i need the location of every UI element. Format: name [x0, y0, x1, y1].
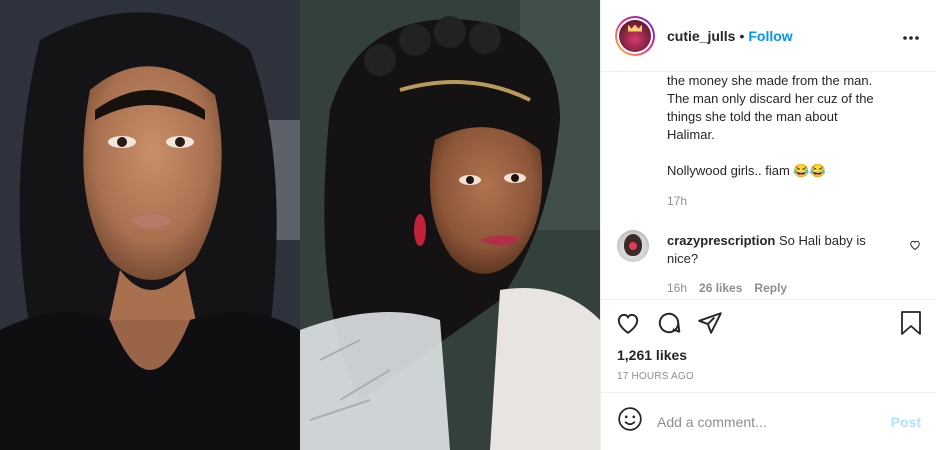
comment-body: crazyprescription So Hali baby is nice?	[667, 232, 887, 268]
post-media[interactable]	[0, 0, 600, 450]
instagram-post: cutie_julls • Follow the money she made …	[0, 0, 936, 450]
follow-button[interactable]: Follow	[748, 28, 792, 44]
post-comment-button[interactable]: Post	[891, 414, 921, 430]
share-paper-plane-icon[interactable]	[697, 310, 723, 341]
post-header: cutie_julls • Follow	[601, 0, 936, 72]
author-avatar[interactable]	[615, 15, 655, 56]
caption-line: Halimar.	[667, 127, 715, 142]
comment-timestamp[interactable]: 16h	[667, 281, 687, 295]
author-username[interactable]: cutie_julls	[667, 28, 735, 44]
add-comment-bar: Post	[601, 392, 936, 450]
left-photo	[0, 0, 300, 450]
reply-button[interactable]: Reply	[754, 281, 787, 295]
post-side-panel: cutie_julls • Follow the money she made …	[600, 0, 936, 450]
comments-section[interactable]: the money she made from the man. The man…	[601, 72, 936, 299]
like-heart-icon[interactable]	[615, 310, 641, 341]
comment-bubble-icon[interactable]	[656, 310, 682, 341]
post-actions: 1,261 likes 17 HOURS AGO	[601, 299, 936, 392]
comment-input[interactable]	[657, 413, 877, 430]
caption-line: things she told the man about	[667, 109, 838, 124]
comment-meta: 16h 26 likes Reply	[667, 281, 787, 295]
emoji-smiley-icon[interactable]	[617, 406, 643, 437]
comment-like-heart-icon[interactable]	[909, 238, 921, 256]
post-timestamp[interactable]: 17 HOURS AGO	[617, 371, 694, 382]
save-bookmark-icon[interactable]	[899, 310, 923, 341]
caption-line: The man only discard her cuz of the	[667, 91, 874, 106]
caption-line: the money she made from the man.	[667, 73, 873, 88]
caption-timestamp[interactable]: 17h	[667, 194, 687, 208]
caption-closing: Nollywood girls.. fiam 😂😂	[667, 163, 826, 178]
avatar-image	[619, 19, 651, 52]
comment-likes[interactable]: 26 likes	[699, 281, 742, 295]
commenter-username[interactable]: crazyprescription	[667, 233, 775, 248]
post-likes-count[interactable]: 1,261 likes	[617, 347, 687, 363]
commenter-avatar[interactable]	[617, 230, 649, 262]
right-photo	[300, 0, 600, 450]
more-options-icon[interactable]	[902, 25, 920, 46]
action-icons	[615, 310, 923, 338]
post-caption: the money she made from the man. The man…	[667, 72, 907, 180]
separator-dot: •	[739, 27, 745, 44]
avatar-border	[617, 17, 653, 54]
